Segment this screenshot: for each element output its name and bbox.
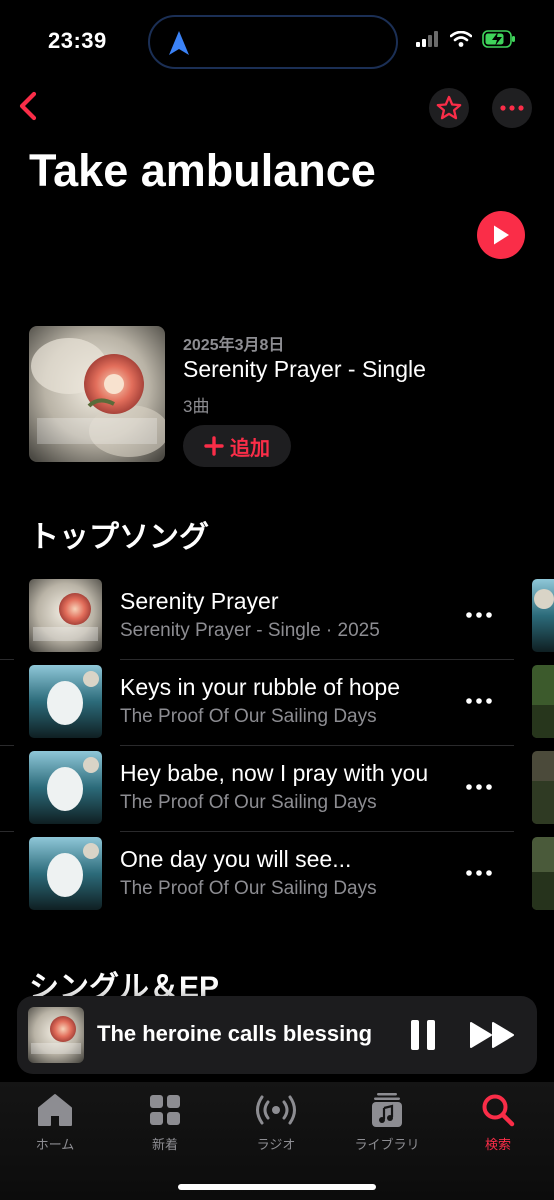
next-column-artwork (532, 665, 554, 738)
tab-bar: ホーム 新着 ラジオ ライブラリ 検索 (0, 1082, 554, 1200)
next-column-artwork (532, 579, 554, 652)
song-title: Keys in your rubble of hope (120, 674, 401, 700)
top-songs-heading[interactable]: トップソング (29, 512, 209, 556)
grid-icon (150, 1095, 180, 1125)
wifi-icon (450, 31, 472, 47)
tab-new[interactable]: 新着 (115, 1092, 215, 1152)
song-more-button[interactable] (462, 775, 496, 799)
divider (120, 745, 514, 746)
next-column-artwork (532, 837, 554, 910)
tab-label: ライブラリ (354, 1137, 420, 1152)
plus-icon (204, 436, 224, 456)
release-title[interactable]: Serenity Prayer - Single (183, 356, 426, 383)
divider (120, 659, 514, 660)
song-title: One day you will see... (120, 846, 352, 872)
divider (120, 831, 514, 832)
signal-icon (416, 31, 438, 47)
back-button[interactable] (10, 86, 50, 126)
song-subtitle: The Proof Of Our Sailing Days (120, 878, 377, 899)
ellipsis-icon (466, 784, 492, 790)
more-options-button[interactable] (492, 88, 532, 128)
divider (0, 745, 14, 746)
star-icon (436, 95, 462, 120)
tab-label: 検索 (484, 1137, 511, 1152)
add-label: 追加 (230, 437, 270, 460)
status-time: 23:39 (48, 28, 107, 53)
song-subtitle: The Proof Of Our Sailing Days (120, 706, 377, 727)
song-artwork (29, 579, 102, 652)
song-title: Hey babe, now I pray with you (120, 760, 429, 786)
song-artwork (29, 751, 102, 824)
song-more-button[interactable] (462, 603, 496, 627)
status-icons (416, 30, 516, 48)
now-playing-title: The heroine calls blessing (97, 1021, 373, 1046)
song-subtitle: Serenity Prayer - Single · 2025 (120, 620, 380, 641)
radio-icon (256, 1095, 296, 1125)
song-row[interactable]: Serenity Prayer Serenity Prayer - Single… (0, 579, 554, 665)
album-art-image (29, 326, 165, 462)
tab-label: ホーム (35, 1137, 75, 1152)
search-icon (482, 1094, 515, 1127)
song-subtitle: The Proof Of Our Sailing Days (120, 792, 377, 813)
pause-button[interactable] (407, 1018, 439, 1052)
latest-release-artwork[interactable] (29, 326, 165, 462)
ellipsis-icon (466, 698, 492, 704)
song-title: Serenity Prayer (120, 588, 279, 614)
now-playing-artwork (28, 1007, 84, 1063)
add-button[interactable]: 追加 (183, 425, 291, 467)
dynamic-island (148, 15, 398, 69)
chevron-left-icon (19, 91, 37, 121)
ellipsis-icon (466, 612, 492, 618)
song-row[interactable]: Hey babe, now I pray with you The Proof … (0, 745, 554, 837)
divider (0, 831, 14, 832)
tab-search[interactable]: 検索 (448, 1092, 548, 1152)
song-row[interactable]: One day you will see... The Proof Of Our… (0, 831, 554, 923)
home-icon (38, 1094, 72, 1126)
track-count: 3曲 (183, 397, 210, 416)
divider (0, 659, 14, 660)
song-artwork (29, 837, 102, 910)
tab-home[interactable]: ホーム (5, 1092, 105, 1152)
next-column-artwork (532, 751, 554, 824)
battery-charging-icon (482, 30, 515, 48)
home-indicator[interactable] (178, 1184, 376, 1190)
ellipsis-icon (500, 105, 524, 111)
pause-icon (411, 1020, 435, 1050)
tab-radio[interactable]: ラジオ (226, 1092, 326, 1152)
fast-forward-icon (470, 1022, 514, 1048)
library-icon (372, 1093, 402, 1127)
ellipsis-icon (466, 870, 492, 876)
play-icon (494, 225, 509, 245)
favorite-button[interactable] (429, 88, 469, 128)
tab-label: ラジオ (256, 1137, 296, 1152)
song-row[interactable]: Keys in your rubble of hope The Proof Of… (0, 659, 554, 751)
play-button[interactable] (477, 211, 525, 259)
artist-name: Take ambulance (29, 145, 376, 196)
song-more-button[interactable] (462, 689, 496, 713)
tab-library[interactable]: ライブラリ (337, 1092, 437, 1152)
song-more-button[interactable] (462, 861, 496, 885)
next-track-button[interactable] (469, 1020, 517, 1050)
location-arrow-icon (169, 31, 189, 55)
tab-label: 新着 (151, 1137, 178, 1152)
release-date: 2025年3月8日 (183, 337, 285, 354)
song-artwork (29, 665, 102, 738)
now-playing-bar[interactable]: The heroine calls blessing (17, 996, 537, 1074)
